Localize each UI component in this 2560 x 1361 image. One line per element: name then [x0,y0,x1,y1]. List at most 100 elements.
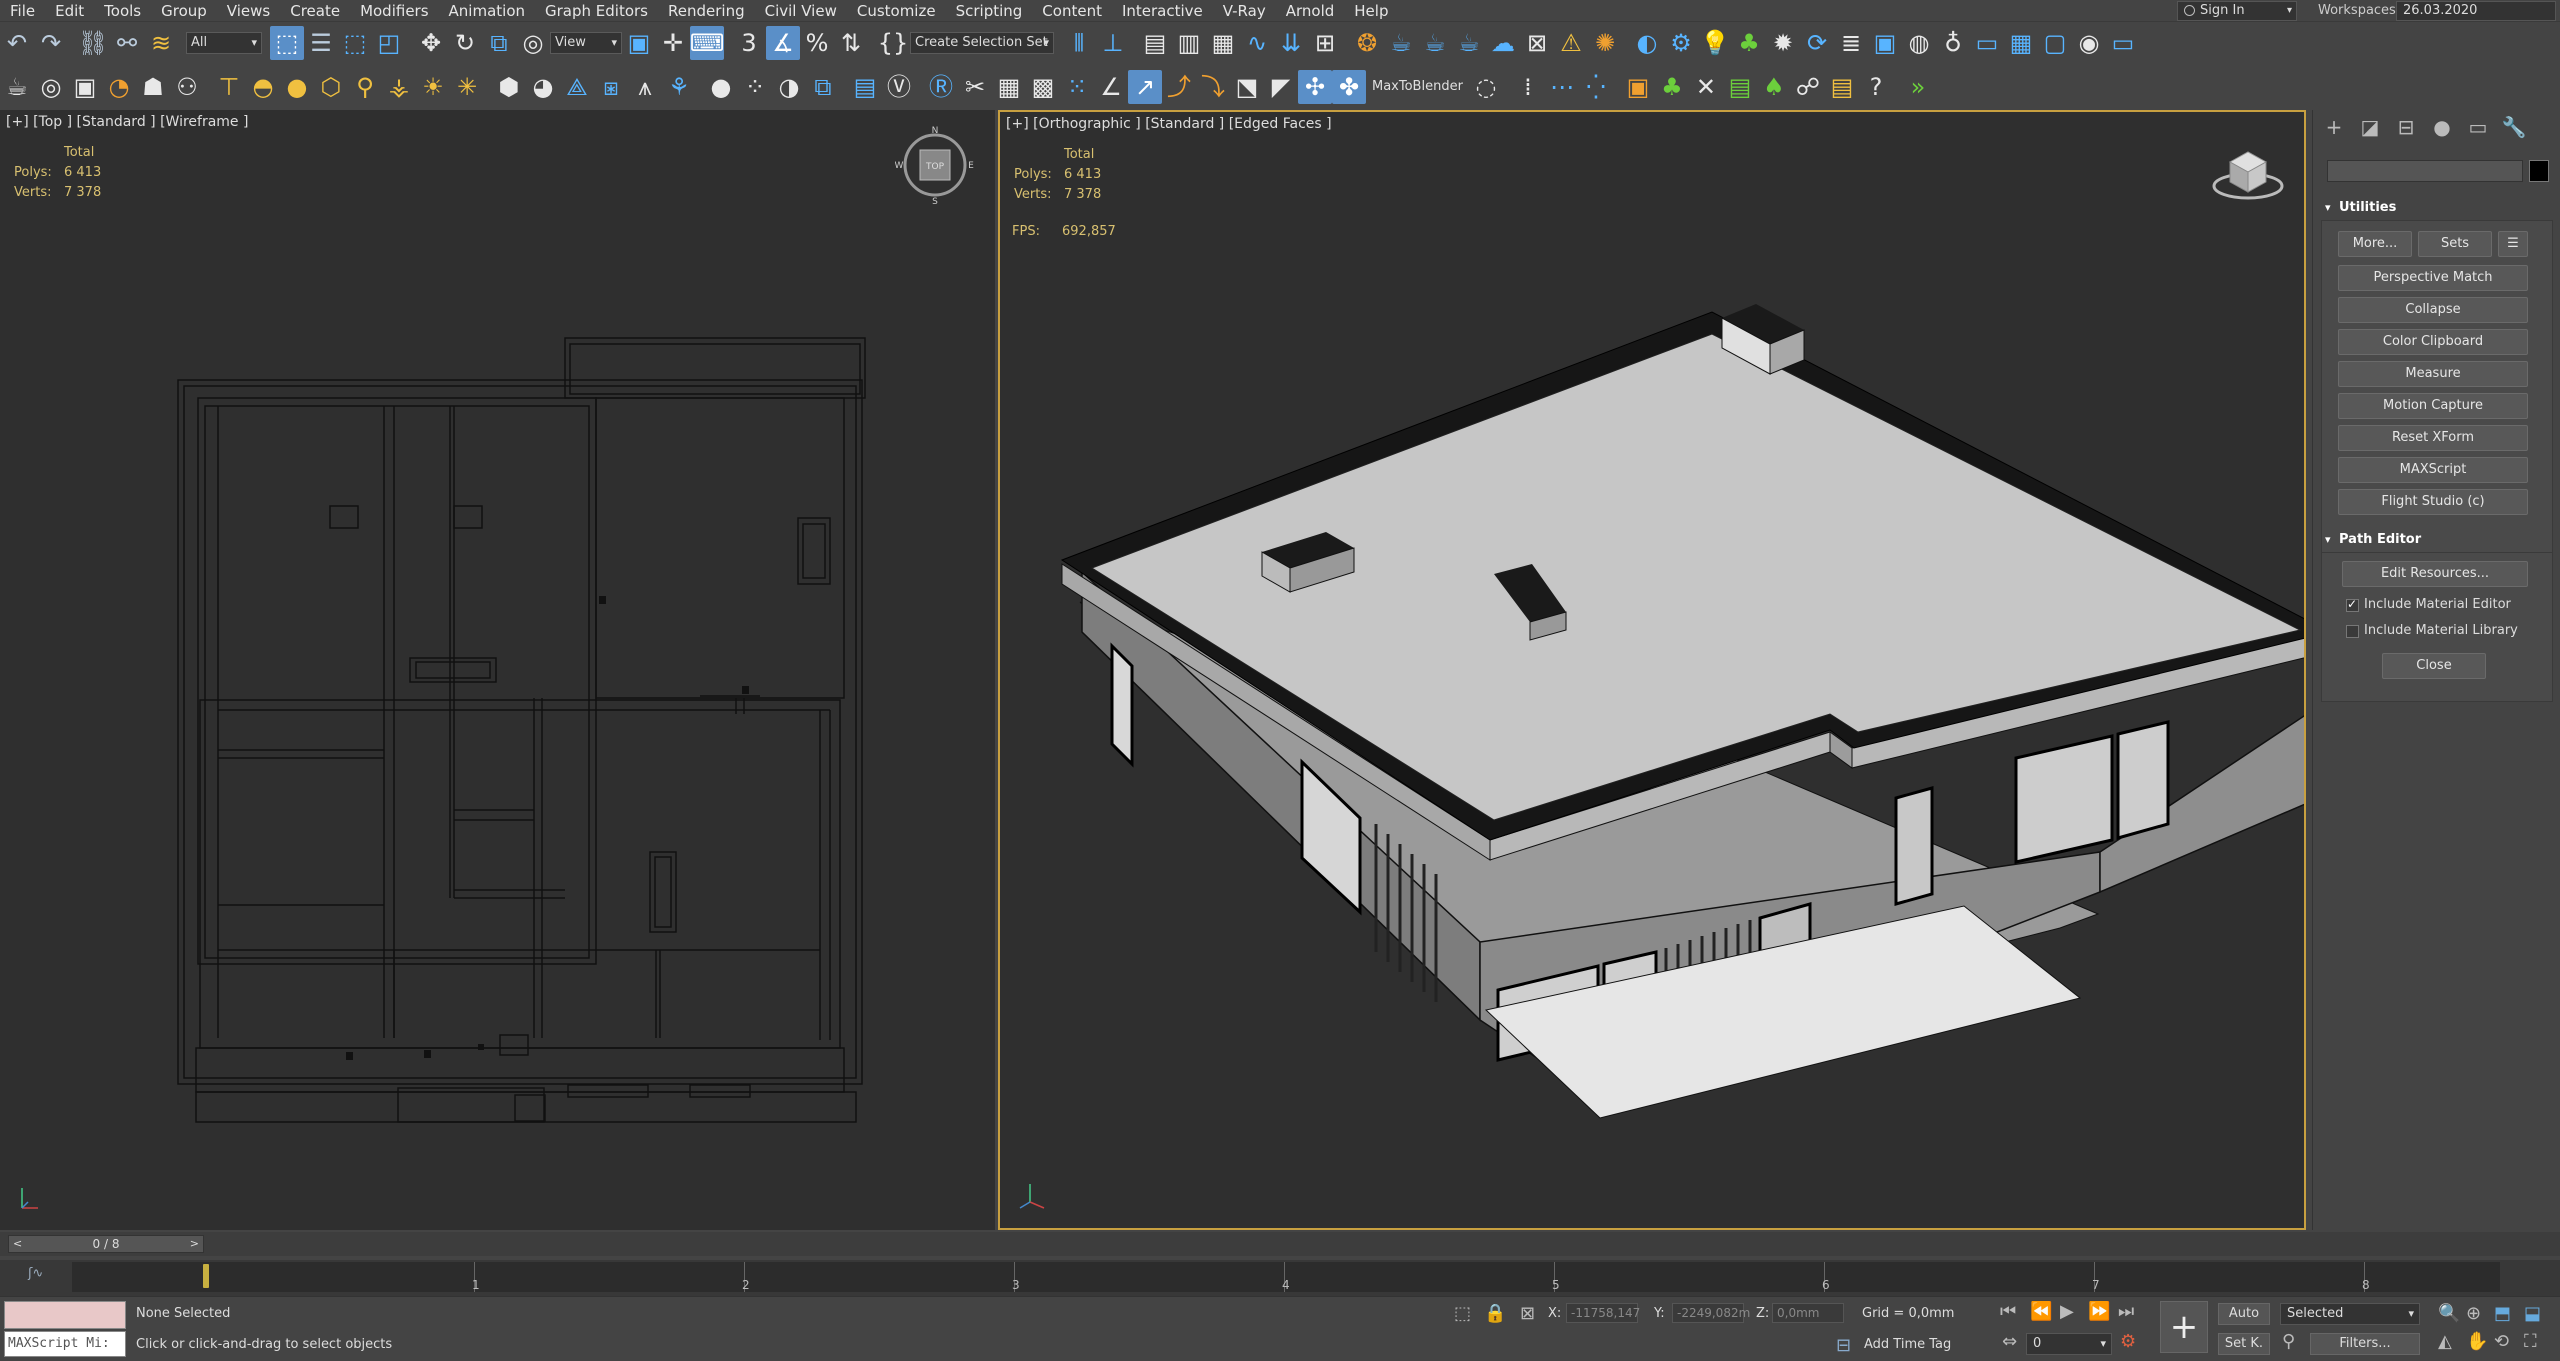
vray-camera-icon[interactable]: ◐ [1630,26,1664,60]
cross-tool-icon[interactable]: ✕ [1689,70,1723,104]
set-key-button[interactable]: Set K. [2218,1333,2270,1355]
snap-pivot-icon[interactable]: ◤ [1264,70,1298,104]
configure-sets-button[interactable]: ☰ [2498,231,2528,257]
multi-material-icon[interactable]: ⁘ [738,70,772,104]
placement-icon[interactable]: ◎ [516,26,550,60]
go-to-start-icon[interactable]: ⏮ [2000,1303,2016,1321]
playhead[interactable] [203,1264,209,1288]
table-icon[interactable]: ▦ [992,70,1026,104]
lamp-icon[interactable]: ♁ [1936,26,1970,60]
snap-face-icon[interactable]: ⬔ [1230,70,1264,104]
vray-grass-icon[interactable]: ⩚ [628,70,662,104]
rendered-frame-window-icon[interactable]: ☕ [1418,26,1452,60]
menu-customize[interactable]: Customize [847,0,946,22]
scene-explorer-icon[interactable]: ▤ [1138,26,1172,60]
vray-ies-light-icon[interactable]: ⚲ [348,70,382,104]
menu-create[interactable]: Create [280,0,350,22]
time-configuration-icon[interactable]: ⚙ [2120,1333,2136,1351]
vray-mesh-light-icon[interactable]: ⬡ [314,70,348,104]
display-icon[interactable]: ▭ [2106,26,2140,60]
time-slider-next[interactable]: > [190,1236,199,1252]
vray-instancer-icon[interactable]: ⧆ [594,70,628,104]
vray-fur-icon[interactable]: ⟁ [560,70,594,104]
close-button[interactable]: Close [2382,653,2486,679]
maxscript-button[interactable]: MAXScript [2338,457,2528,483]
select-by-name-icon[interactable]: ☰ [304,26,338,60]
menu-scripting[interactable]: Scripting [946,0,1033,22]
reference-coordinate-dropdown[interactable]: View [550,32,622,54]
selection-filter-dropdown[interactable]: All [186,32,262,54]
snap-edge-icon[interactable]: ⤵ [1196,70,1230,104]
rotate-icon[interactable]: ↻ [448,26,482,60]
dotted-selection-icon[interactable]: ⁛ [1579,70,1613,104]
pivot-center-icon[interactable]: ▣ [622,26,656,60]
vray-sphere-icon[interactable]: ◕ [526,70,560,104]
render-production-icon[interactable]: ☕ [1452,26,1486,60]
next-frame-icon[interactable]: ⏩ [2088,1303,2110,1321]
max-to-blender-label[interactable]: MaxToBlender [1366,79,1469,94]
x-coord-field[interactable]: -11758,147 [1566,1303,1640,1323]
tools-icon[interactable]: ✂ [958,70,992,104]
unlink-icon[interactable]: ⚯ [110,26,144,60]
keyboard-shortcut-override-icon[interactable]: ⌨ [690,26,724,60]
collapse-button[interactable]: Collapse [2338,297,2528,323]
menu-edit[interactable]: Edit [45,0,94,22]
key-mode-toggle-icon[interactable]: ⇔ [2002,1333,2017,1351]
arnold-render-icon[interactable]: ✺ [1588,26,1622,60]
more-button[interactable]: More... [2338,231,2412,257]
material-sphere-icon[interactable]: ● [704,70,738,104]
select-manipulate-icon[interactable]: ✛ [656,26,690,60]
camera-icon[interactable]: ◉ [2072,26,2106,60]
percent-snap-icon[interactable]: % [800,26,834,60]
light-bulb-icon[interactable]: 💡 [1698,26,1732,60]
script-icon[interactable]: ◌ [1469,70,1503,104]
list-icon[interactable]: ≣ [1834,26,1868,60]
snap-mode-icon[interactable]: ✣ [1298,69,1332,104]
object-color-swatch[interactable] [2529,160,2549,182]
move-icon[interactable]: ✥ [414,26,448,60]
time-tag-icon[interactable]: ⊟ [1836,1337,1851,1355]
undo-icon[interactable]: ↶ [0,26,34,60]
maxscript-listener-swatch[interactable] [4,1301,126,1329]
create-tab-icon[interactable]: + [2321,114,2347,140]
schematic-view-icon[interactable]: ⊞ [1308,26,1342,60]
vray-plane-light-icon[interactable]: ⊤ [212,70,246,104]
maxscript-mini-listener[interactable]: MAXScript Mi: [4,1331,126,1357]
key-filters-button[interactable]: Filters... [2310,1333,2420,1355]
curve-editor-mini-icon[interactable]: ʃ∿ [28,1266,43,1281]
menu-arnold[interactable]: Arnold [1276,0,1345,22]
vray-logo-icon[interactable]: Ⓥ [882,70,916,104]
vray-ambient-light-icon[interactable]: ⚶ [382,70,416,104]
previous-frame-icon[interactable]: ⏪ [2030,1303,2052,1321]
toggle-ribbon-icon[interactable]: ▦ [1206,26,1240,60]
layer-explorer-icon[interactable]: ▥ [1172,26,1206,60]
rectangular-selection-icon[interactable]: ⬚ [338,26,372,60]
menu-graph-editors[interactable]: Graph Editors [535,0,658,22]
menu-tools[interactable]: Tools [94,0,151,22]
snap-grid-icon[interactable]: ⁙ [1060,70,1094,104]
track-bar[interactable]: ʃ∿ 1 2 3 4 5 6 7 8 [0,1260,2560,1296]
vray-dome-light-icon[interactable]: ◓ [246,70,280,104]
list-tool-icon[interactable]: ▤ [1723,70,1757,104]
vray-sphere-light-icon[interactable]: ● [280,70,314,104]
absolute-mode-icon[interactable]: ⊠ [1520,1305,1535,1323]
workspace-dropdown[interactable]: 26.03.2020 [2396,1,2556,21]
image-icon[interactable]: ▣ [1868,26,1902,60]
render-in-cloud-icon[interactable]: ☁ [1486,26,1520,60]
y-coord-field[interactable]: -2249,082m [1672,1303,1750,1323]
path-editor-rollout-header[interactable]: Path Editor [2321,530,2553,550]
dope-sheet-icon[interactable]: ⇊ [1274,26,1308,60]
tree-icon[interactable]: ♣ [1732,26,1766,60]
named-selection-set-dropdown[interactable]: Create Selection Set [910,32,1054,54]
vray-burst-icon[interactable]: ✳ [450,70,484,104]
warning-icon[interactable]: ⚠ [1554,26,1588,60]
orbit-icon[interactable]: ⟲ [2494,1333,2509,1351]
vray-camera-icon-2[interactable]: ⚇ [170,70,204,104]
menu-modifiers[interactable]: Modifiers [350,0,438,22]
vray-scatter-icon[interactable]: ⚘ [662,70,696,104]
sets-button[interactable]: Sets [2418,231,2492,257]
modify-tab-icon[interactable]: ◪ [2357,114,2383,140]
motion-tab-icon[interactable]: ● [2429,114,2455,140]
grid-icon[interactable]: ▦ [2004,26,2038,60]
vray-frame-buffer-icon[interactable]: ▤ [848,70,882,104]
